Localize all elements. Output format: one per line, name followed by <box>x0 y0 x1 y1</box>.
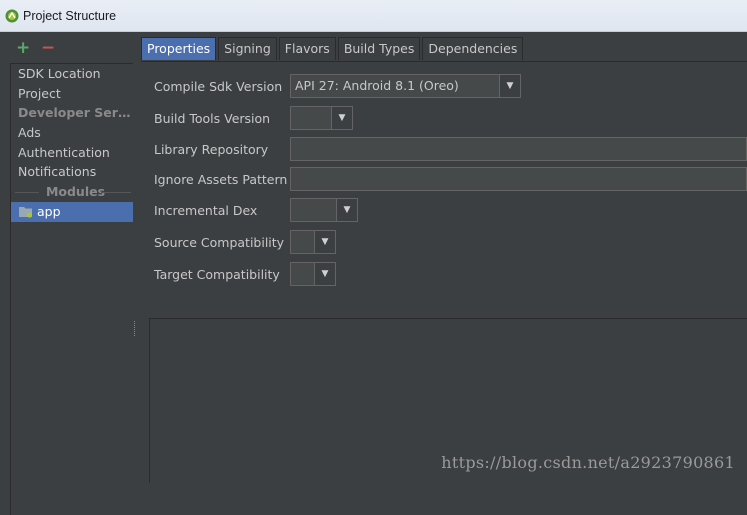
chevron-down-icon: ▼ <box>331 107 352 129</box>
sidebar-item-notifications[interactable]: Notifications <box>11 162 133 182</box>
android-studio-icon <box>5 9 19 22</box>
sidebar-item-authentication[interactable]: Authentication <box>11 143 133 163</box>
ignore-assets-label: Ignore Assets Pattern <box>154 171 288 187</box>
sidebar-header-developer-services: Developer Servic... <box>18 105 133 121</box>
build-tools-dropdown[interactable]: ▼ <box>290 106 353 130</box>
compile-sdk-dropdown[interactable]: API 27: Android 8.1 (Oreo) ▼ <box>290 74 521 98</box>
module-folder-icon <box>19 206 33 218</box>
title-bar: Project Structure <box>0 0 747 32</box>
compile-sdk-value: API 27: Android 8.1 (Oreo) <box>295 78 459 93</box>
incremental-dex-dropdown[interactable]: ▼ <box>290 198 358 222</box>
compile-sdk-row: Compile Sdk Version API 27: Android 8.1 … <box>154 74 521 98</box>
tab-build-types[interactable]: Build Types <box>337 37 421 60</box>
sidebar-item-project[interactable]: Project <box>11 84 133 104</box>
target-compatibility-row: Target Compatibility ▼ <box>154 262 336 286</box>
window-title: Project Structure <box>23 8 117 23</box>
compile-sdk-label: Compile Sdk Version <box>154 78 283 94</box>
chevron-down-icon: ▼ <box>336 199 357 221</box>
incremental-dex-label: Incremental Dex <box>154 202 258 218</box>
chevron-down-icon: ▼ <box>314 263 335 285</box>
source-compatibility-dropdown[interactable]: ▼ <box>290 230 336 254</box>
chevron-down-icon: ▼ <box>499 75 520 97</box>
library-repository-label: Library Repository <box>154 141 269 157</box>
watermark-text: https://blog.csdn.net/a2923790861 <box>441 453 735 472</box>
tab-flavors[interactable]: Flavors <box>278 37 336 60</box>
sidebar-item-sdk-location[interactable]: SDK Location <box>11 64 133 84</box>
library-repository-field[interactable] <box>290 137 747 161</box>
tab-signing[interactable]: Signing <box>218 37 277 60</box>
sidebar-item-ads[interactable]: Ads <box>11 123 133 143</box>
sidebar-panel: + − SDK Location Project Developer Servi… <box>0 32 136 515</box>
build-tools-row: Build Tools Version ▼ <box>154 106 353 130</box>
library-repository-row: Library Repository <box>154 137 747 161</box>
tab-bar: Properties Signing Flavors Build Types D… <box>141 37 525 61</box>
target-compatibility-dropdown[interactable]: ▼ <box>290 262 336 286</box>
build-tools-label: Build Tools Version <box>154 110 271 126</box>
add-module-button[interactable]: + <box>16 40 30 57</box>
sidebar-item-app[interactable]: app <box>11 201 133 222</box>
tab-dependencies[interactable]: Dependencies <box>422 37 524 60</box>
remove-module-button[interactable]: − <box>41 40 55 57</box>
target-compatibility-value <box>291 263 314 285</box>
tab-properties[interactable]: Properties <box>141 37 217 60</box>
sidebar-group-modules: Modules <box>11 182 133 202</box>
source-compatibility-label: Source Compatibility <box>154 234 285 250</box>
sidebar-list: SDK Location Project Developer Servic...… <box>10 63 133 515</box>
ignore-assets-field[interactable] <box>290 167 747 191</box>
ignore-assets-row: Ignore Assets Pattern <box>154 167 747 191</box>
target-compatibility-label: Target Compatibility <box>154 266 280 282</box>
chevron-down-icon: ▼ <box>314 231 335 253</box>
source-compatibility-value <box>291 231 314 253</box>
sidebar-item-label: app <box>37 203 61 219</box>
build-tools-value <box>291 107 331 129</box>
incremental-dex-value <box>291 199 336 221</box>
splitter-handle[interactable] <box>132 320 140 344</box>
incremental-dex-row: Incremental Dex ▼ <box>154 198 358 222</box>
source-compatibility-row: Source Compatibility ▼ <box>154 230 336 254</box>
